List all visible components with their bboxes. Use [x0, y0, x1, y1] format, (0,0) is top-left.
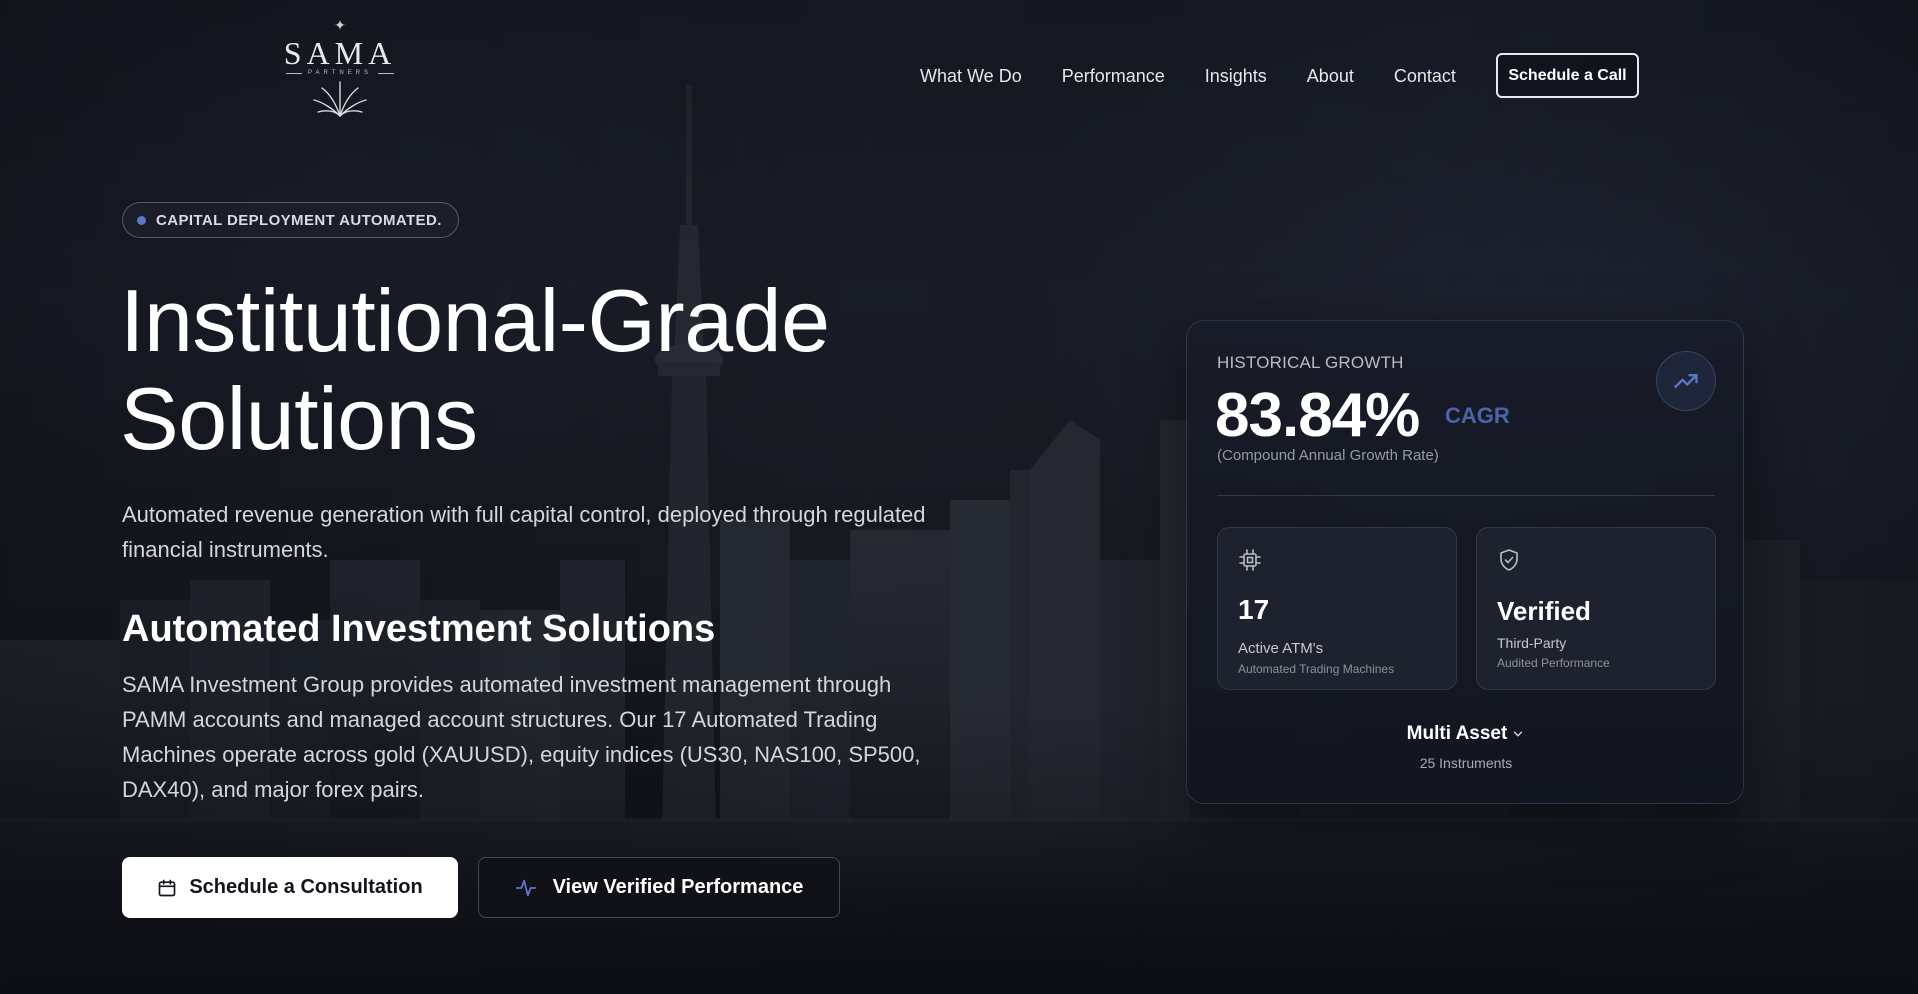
calendar-icon	[158, 879, 176, 896]
card-divider	[1217, 495, 1715, 496]
main-nav: What We Do Performance Insights About Co…	[920, 52, 1456, 100]
growth-metric-note: (Compound Annual Growth Rate)	[1217, 447, 1439, 464]
nav-link-contact[interactable]: Contact	[1394, 66, 1456, 87]
logo-tagline: PARTNERS	[286, 70, 394, 76]
trending-up-icon	[1674, 374, 1698, 388]
activity-icon	[515, 879, 536, 896]
schedule-consultation-button[interactable]: Schedule a Consultation	[122, 857, 458, 918]
section-title: Automated Investment Solutions	[122, 608, 716, 650]
verified-value: Verified	[1497, 596, 1591, 626]
card-kicker: HISTORICAL GROWTH	[1217, 353, 1404, 372]
active-atms-value: 17	[1238, 594, 1270, 625]
status-badge: CAPITAL DEPLOYMENT AUTOMATED.	[122, 202, 459, 238]
logo-fan-icon	[313, 81, 367, 117]
trend-button[interactable]	[1656, 351, 1716, 411]
multi-asset-dropdown[interactable]: Multi Asset	[1187, 723, 1745, 745]
growth-metric-value: 83.84%	[1215, 381, 1420, 450]
logo-star-icon: ✦	[334, 17, 346, 33]
growth-metric-unit: CAGR	[1445, 403, 1510, 428]
verified-tile: Verified Third-Party Audited Performance	[1476, 527, 1716, 690]
chip-icon	[1239, 549, 1261, 571]
status-dot-icon	[137, 215, 146, 225]
shield-check-icon	[1500, 549, 1518, 571]
active-atms-label: Active ATM's	[1238, 640, 1324, 657]
schedule-consultation-label: Schedule a Consultation	[189, 876, 423, 898]
schedule-call-button[interactable]: Schedule a Call	[1496, 53, 1639, 98]
multi-asset-label: Multi Asset	[1406, 723, 1508, 744]
instrument-count: 25 Instruments	[1419, 755, 1513, 771]
brand-logo[interactable]: ✦ SAMA PARTNERS	[280, 18, 400, 130]
section-body-text: SAMA Investment Group provides automated…	[122, 672, 921, 802]
hero-title-line-1: Institutional-Grade	[120, 271, 830, 370]
nav-link-what-we-do[interactable]: What We Do	[920, 66, 1022, 87]
nav-link-insights[interactable]: Insights	[1205, 66, 1267, 87]
logo-wordmark: SAMA	[283, 35, 397, 71]
verified-label: Third-Party	[1497, 635, 1567, 651]
active-atms-tile: 17 Active ATM's Automated Trading Machin…	[1217, 527, 1457, 690]
hero-title: Institutional-Grade Solutions	[120, 272, 1020, 468]
chevron-down-icon	[1514, 731, 1523, 737]
nav-link-performance[interactable]: Performance	[1062, 66, 1165, 87]
view-performance-label: View Verified Performance	[552, 876, 804, 898]
hero-section: ✦ SAMA PARTNERS What We Do Performance I…	[0, 0, 1918, 994]
verified-sublabel: Audited Performance	[1497, 656, 1610, 670]
active-atms-sublabel: Automated Trading Machines	[1238, 662, 1395, 676]
nav-link-about[interactable]: About	[1307, 66, 1354, 87]
hero-lead-text: Automated revenue generation with full c…	[122, 502, 926, 562]
hero-title-line-2: Solutions	[120, 369, 478, 468]
view-performance-button[interactable]: View Verified Performance	[478, 857, 840, 918]
historical-growth-card: HISTORICAL GROWTH 83.84% CAGR (Compound …	[1186, 320, 1744, 804]
status-badge-text: CAPITAL DEPLOYMENT AUTOMATED.	[156, 211, 442, 229]
